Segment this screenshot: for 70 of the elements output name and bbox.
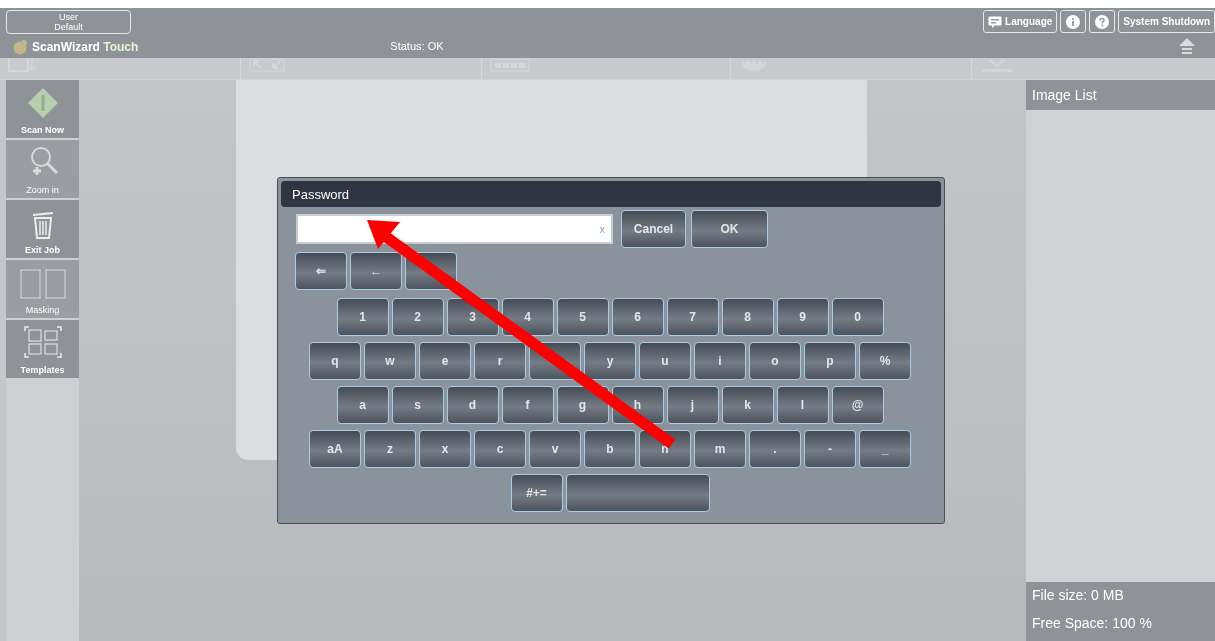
dialog-button[interactable]: OK	[691, 210, 768, 248]
keyboard-key[interactable]: x	[419, 430, 471, 468]
sidebar-button[interactable]: Scan Now	[6, 80, 79, 138]
keyboard-key[interactable]: b	[584, 430, 636, 468]
speech-bubble-icon	[988, 15, 1003, 28]
help-button[interactable]	[1089, 10, 1116, 33]
templates-icon	[22, 325, 63, 359]
shutdown-button[interactable]: System Shutdown	[1118, 10, 1215, 33]
keyboard-key[interactable]: m	[694, 430, 746, 468]
keyboard-key[interactable]: z	[364, 430, 416, 468]
keyboard-key[interactable]: 5	[556, 298, 609, 336]
download-icon[interactable]	[980, 58, 1014, 72]
keyboard-key[interactable]: o	[749, 342, 801, 380]
keyboard-key[interactable]: r	[474, 342, 526, 380]
keyboard-key[interactable]: w	[364, 342, 416, 380]
keyboard-key[interactable]: f	[501, 386, 554, 424]
keyboard-key[interactable]: 9	[776, 298, 829, 336]
file-size-text: File size: 0 MB	[1032, 587, 1125, 603]
keyboard-key[interactable]: p	[804, 342, 856, 380]
keyboard-key[interactable]: l	[776, 386, 829, 424]
keyboard-key[interactable]: aA	[309, 430, 361, 468]
keyboard-key[interactable]: j	[666, 386, 719, 424]
free-space-text: Free Space: 100 %	[1032, 615, 1153, 631]
keyboard-key[interactable]: 7	[666, 298, 719, 336]
fit-tool-icon[interactable]	[249, 58, 285, 72]
keyboard-key[interactable]: k	[721, 386, 774, 424]
keyboard-key[interactable]: 6	[611, 298, 664, 336]
eject-icon[interactable]	[1179, 37, 1195, 56]
keyboard-key[interactable]: v	[529, 430, 581, 468]
keyboard-key[interactable]: -	[804, 430, 856, 468]
status-text: Status: OK	[390, 39, 444, 52]
keyboard-key[interactable]: 0	[831, 298, 884, 336]
panel-title: Image List	[1026, 80, 1215, 110]
clear-button[interactable]: x	[599, 223, 605, 235]
user-button[interactable]: User Default	[6, 9, 131, 34]
dialog-title: Password	[281, 181, 941, 207]
keyboard-key[interactable]: i	[694, 342, 746, 380]
keyboard-key[interactable]: e	[419, 342, 471, 380]
info-button[interactable]	[1060, 10, 1087, 33]
logo-icon	[12, 38, 28, 55]
sidebar-button[interactable]: Templates	[6, 320, 79, 378]
thumbnails-tool-icon[interactable]	[490, 58, 530, 72]
space-key[interactable]	[565, 474, 710, 512]
keyboard-key[interactable]: 1	[336, 298, 389, 336]
help-icon	[1095, 14, 1110, 29]
sidebar-button[interactable]: Exit Job	[6, 200, 79, 258]
keyboard-key[interactable]: _	[859, 430, 911, 468]
app-title: ScanWizard Touch	[32, 39, 139, 54]
keyboard-key[interactable]: d	[446, 386, 499, 424]
keyboard-key[interactable]: %	[859, 342, 911, 380]
keyboard-key[interactable]: #+=	[510, 474, 563, 512]
keyboard-key[interactable]: q	[309, 342, 361, 380]
keyboard-key[interactable]: @	[831, 386, 884, 424]
keyboard-key[interactable]: ←	[350, 252, 402, 290]
info-icon	[1066, 14, 1081, 29]
keyboard-key[interactable]: y	[584, 342, 636, 380]
dialog-button[interactable]: Cancel	[621, 210, 686, 248]
keyboard-key[interactable]: ⇐	[295, 252, 347, 290]
password-field[interactable]: x	[296, 214, 613, 244]
keyboard-key[interactable]: 2	[391, 298, 444, 336]
keyboard-key[interactable]: u	[639, 342, 691, 380]
keyboard-key[interactable]: .	[749, 430, 801, 468]
language-button[interactable]: Language	[983, 10, 1058, 33]
keyboard-key[interactable]: c	[474, 430, 526, 468]
scan-tool-icon[interactable]	[8, 58, 36, 72]
pages-icon	[18, 269, 67, 299]
keyboard-key[interactable]: s	[391, 386, 444, 424]
keyboard-key[interactable]: 8	[721, 298, 774, 336]
diamond-icon	[26, 87, 59, 119]
keyboard-key[interactable]: a	[336, 386, 389, 424]
